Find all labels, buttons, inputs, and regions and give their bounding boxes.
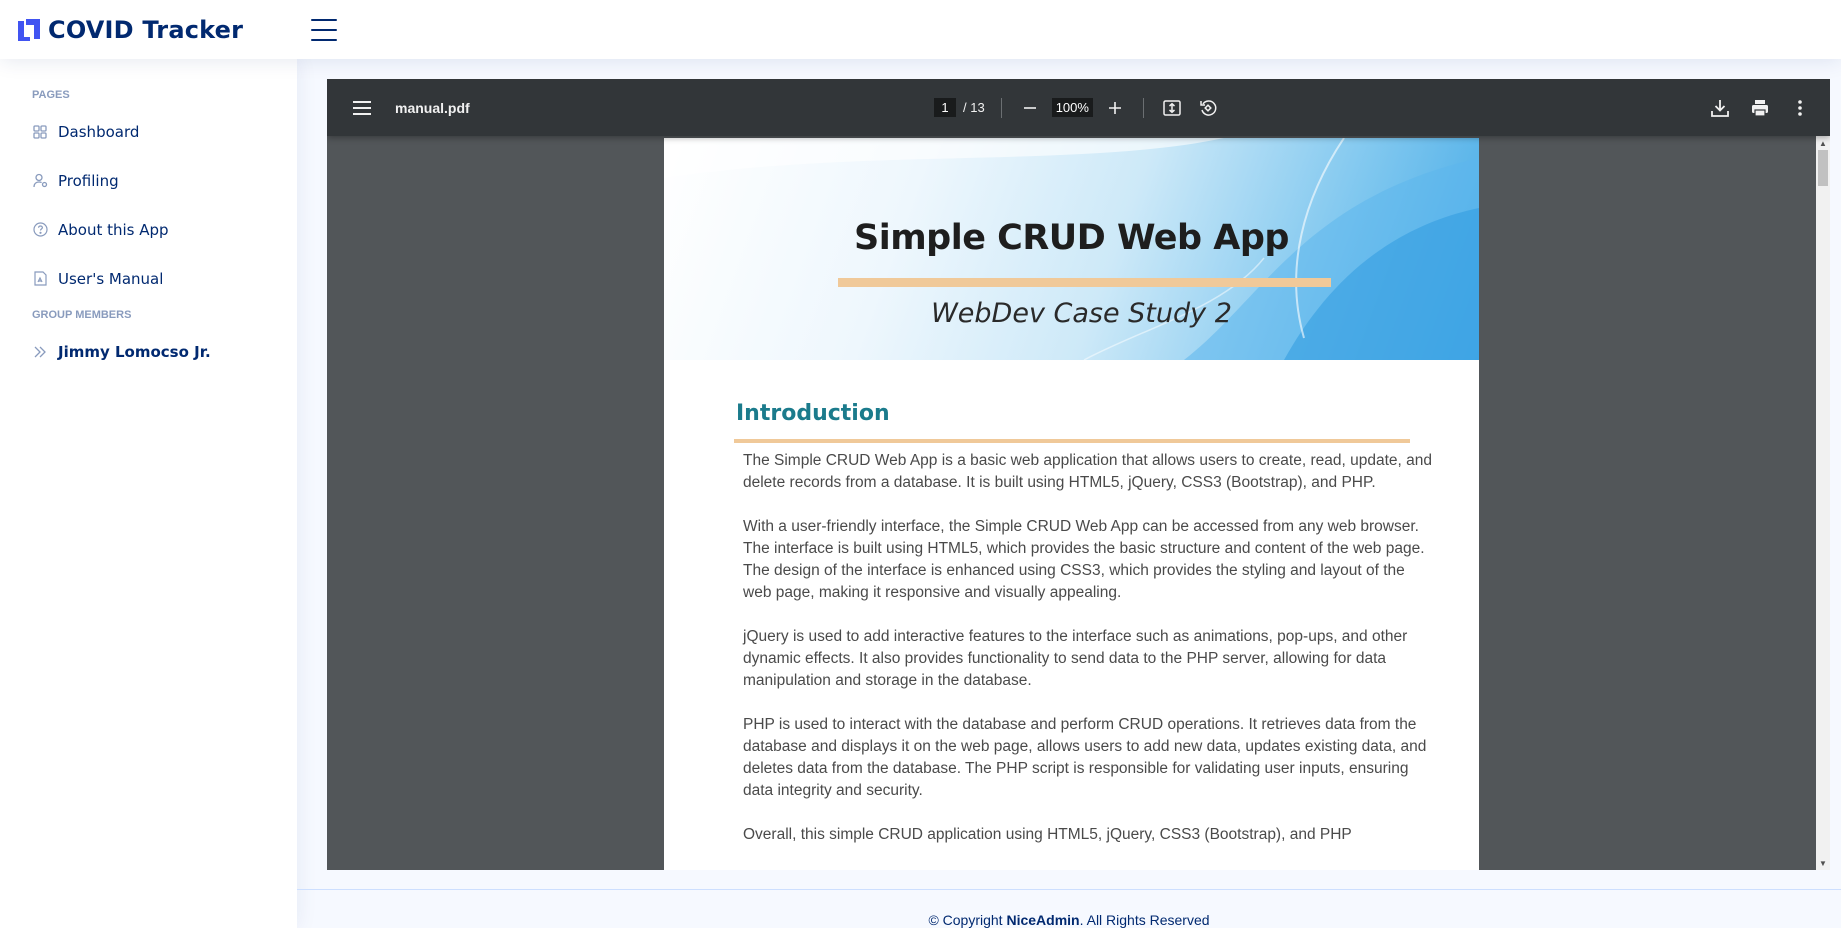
pdf-page: Simple CRUD Web App WebDev Case Study 2 …: [664, 138, 1479, 870]
sidebar: PAGES Dashboard Profiling About this App…: [0, 59, 297, 928]
fit-page-icon[interactable]: [1160, 96, 1184, 120]
toolbar-divider: [1000, 97, 1002, 118]
download-icon[interactable]: [1708, 96, 1732, 120]
person-gear-icon: [32, 173, 48, 189]
sidebar-item-label: About this App: [58, 220, 169, 239]
pdf-toolbar: manual.pdf 1 / 13 100%: [327, 79, 1830, 136]
nav-heading-group-members: GROUP MEMBERS: [32, 309, 132, 321]
paragraph: jQuery is used to add interactive featur…: [743, 628, 1408, 689]
rotate-icon[interactable]: [1196, 96, 1220, 120]
pdf-file-name: manual.pdf: [395, 99, 470, 116]
document-body: The Simple CRUD Web App is a basic web a…: [743, 450, 1433, 868]
toolbar-divider: [1142, 97, 1144, 118]
scroll-up-icon[interactable]: ▲: [1816, 136, 1830, 150]
sidebar-toggle-button[interactable]: [311, 18, 337, 41]
pdf-page-controls: 1 / 13 100%: [934, 79, 1220, 136]
zoom-level-input[interactable]: 100%: [1051, 98, 1093, 117]
chevron-double-right-icon: [32, 344, 48, 360]
document-title: Simple CRUD Web App: [854, 218, 1289, 258]
paragraph: Overall, this simple CRUD application us…: [743, 826, 1352, 843]
zoom-in-icon[interactable]: [1103, 96, 1127, 120]
footer-rights: . All Rights Reserved: [1079, 912, 1210, 928]
page-number-input[interactable]: 1: [934, 98, 956, 117]
sidebar-item-about[interactable]: About this App: [0, 205, 297, 254]
logo-mark-icon: [18, 18, 40, 41]
sidebar-item-member[interactable]: Jimmy Lomocso Jr.: [0, 327, 297, 376]
sidebar-item-users-manual[interactable]: User's Manual: [0, 254, 297, 303]
document-banner: Simple CRUD Web App WebDev Case Study 2: [664, 138, 1479, 360]
print-icon[interactable]: [1748, 96, 1772, 120]
footer-copyright: © Copyright: [928, 912, 1007, 928]
sidebar-item-profiling[interactable]: Profiling: [0, 156, 297, 205]
pdf-actions: [1708, 79, 1812, 136]
nav-heading-pages: PAGES: [32, 89, 70, 101]
pdf-viewer: manual.pdf 1 / 13 100% Simple CRUD Web A…: [327, 79, 1830, 870]
page-footer: © Copyright NiceAdmin. All Rights Reserv…: [297, 889, 1841, 928]
sidebar-item-label: User's Manual: [58, 269, 164, 288]
sidebar-item-dashboard[interactable]: Dashboard: [0, 107, 297, 156]
grid-icon: [32, 124, 48, 140]
title-underline: [838, 278, 1331, 287]
pdf-scrollbar[interactable]: ▲ ▼: [1816, 136, 1830, 870]
section-underline: [734, 439, 1410, 443]
scroll-thumb[interactable]: [1818, 150, 1828, 186]
sidebar-item-label: Profiling: [58, 171, 119, 190]
page-total: / 13: [963, 100, 985, 115]
paragraph: PHP is used to interact with the databas…: [743, 716, 1427, 799]
scroll-down-icon[interactable]: ▼: [1816, 856, 1830, 870]
paragraph: With a user-friendly interface, the Simp…: [743, 518, 1425, 601]
top-header: COVID Tracker: [0, 0, 1841, 59]
document-subtitle: WebDev Case Study 2: [931, 298, 1232, 329]
question-circle-icon: [32, 222, 48, 238]
more-options-icon[interactable]: [1788, 96, 1812, 120]
paragraph: The Simple CRUD Web App is a basic web a…: [743, 452, 1432, 491]
menu-icon[interactable]: [353, 100, 371, 115]
zoom-out-icon[interactable]: [1018, 96, 1042, 120]
sidebar-item-label: Dashboard: [58, 122, 140, 141]
footer-brand-link[interactable]: NiceAdmin: [1006, 912, 1079, 928]
file-pdf-icon: [32, 271, 48, 287]
pdf-document-area[interactable]: Simple CRUD Web App WebDev Case Study 2 …: [327, 136, 1830, 870]
hamburger-menu-icon: [311, 18, 337, 21]
sidebar-item-label: Jimmy Lomocso Jr.: [58, 342, 211, 361]
app-logo[interactable]: COVID Tracker: [0, 16, 300, 44]
app-title: COVID Tracker: [48, 15, 244, 44]
section-heading: Introduction: [736, 401, 890, 426]
